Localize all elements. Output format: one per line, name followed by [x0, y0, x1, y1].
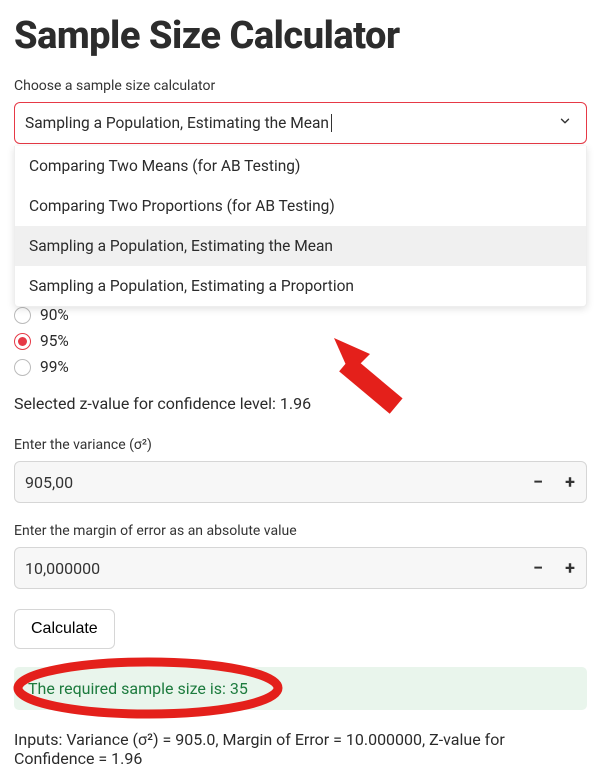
- margin-decrement-button[interactable]: −: [522, 548, 554, 588]
- variance-decrement-button[interactable]: −: [522, 462, 554, 502]
- inputs-summary: Inputs: Variance (σ²) = 905.0, Margin of…: [14, 730, 587, 768]
- page-title: Sample Size Calculator: [14, 14, 587, 58]
- margin-input[interactable]: 10,000000 − +: [14, 547, 587, 589]
- variance-increment-button[interactable]: +: [554, 462, 586, 502]
- calculate-button[interactable]: Calculate: [14, 609, 115, 649]
- dropdown-option[interactable]: Comparing Two Means (for AB Testing): [15, 146, 586, 186]
- chevron-down-icon: [558, 114, 572, 132]
- margin-value: 10,000000: [15, 548, 522, 588]
- radio-label: 95%: [40, 332, 69, 350]
- radio-label: 99%: [40, 358, 69, 376]
- choose-calculator-label: Choose a sample size calculator: [14, 78, 587, 94]
- confidence-radio-group: 90% 95% 99%: [14, 306, 587, 376]
- zvalue-text: Selected z-value for confidence level: 1…: [14, 394, 587, 413]
- variance-value: 905,00: [15, 462, 522, 502]
- confidence-radio-90[interactable]: 90%: [14, 306, 587, 324]
- confidence-radio-95[interactable]: 95%: [14, 332, 587, 350]
- dropdown-option[interactable]: Sampling a Population, Estimating the Me…: [15, 226, 586, 266]
- radio-icon: [14, 333, 31, 350]
- result-text: The required sample size is: 35: [14, 667, 587, 710]
- margin-label: Enter the margin of error as an absolute…: [14, 523, 587, 539]
- radio-icon: [14, 307, 31, 324]
- dropdown-option[interactable]: Sampling a Population, Estimating a Prop…: [15, 266, 586, 306]
- radio-icon: [14, 359, 31, 376]
- calculator-select-value: Sampling a Population, Estimating the Me…: [25, 114, 329, 132]
- variance-input[interactable]: 905,00 − +: [14, 461, 587, 503]
- margin-increment-button[interactable]: +: [554, 548, 586, 588]
- dropdown-option[interactable]: Comparing Two Proportions (for AB Testin…: [15, 186, 586, 226]
- radio-label: 90%: [40, 306, 69, 324]
- calculator-select[interactable]: Sampling a Population, Estimating the Me…: [14, 102, 587, 144]
- variance-label: Enter the variance (σ²): [14, 437, 587, 453]
- confidence-radio-99[interactable]: 99%: [14, 358, 587, 376]
- calculator-dropdown: Comparing Two Means (for AB Testing) Com…: [14, 146, 587, 307]
